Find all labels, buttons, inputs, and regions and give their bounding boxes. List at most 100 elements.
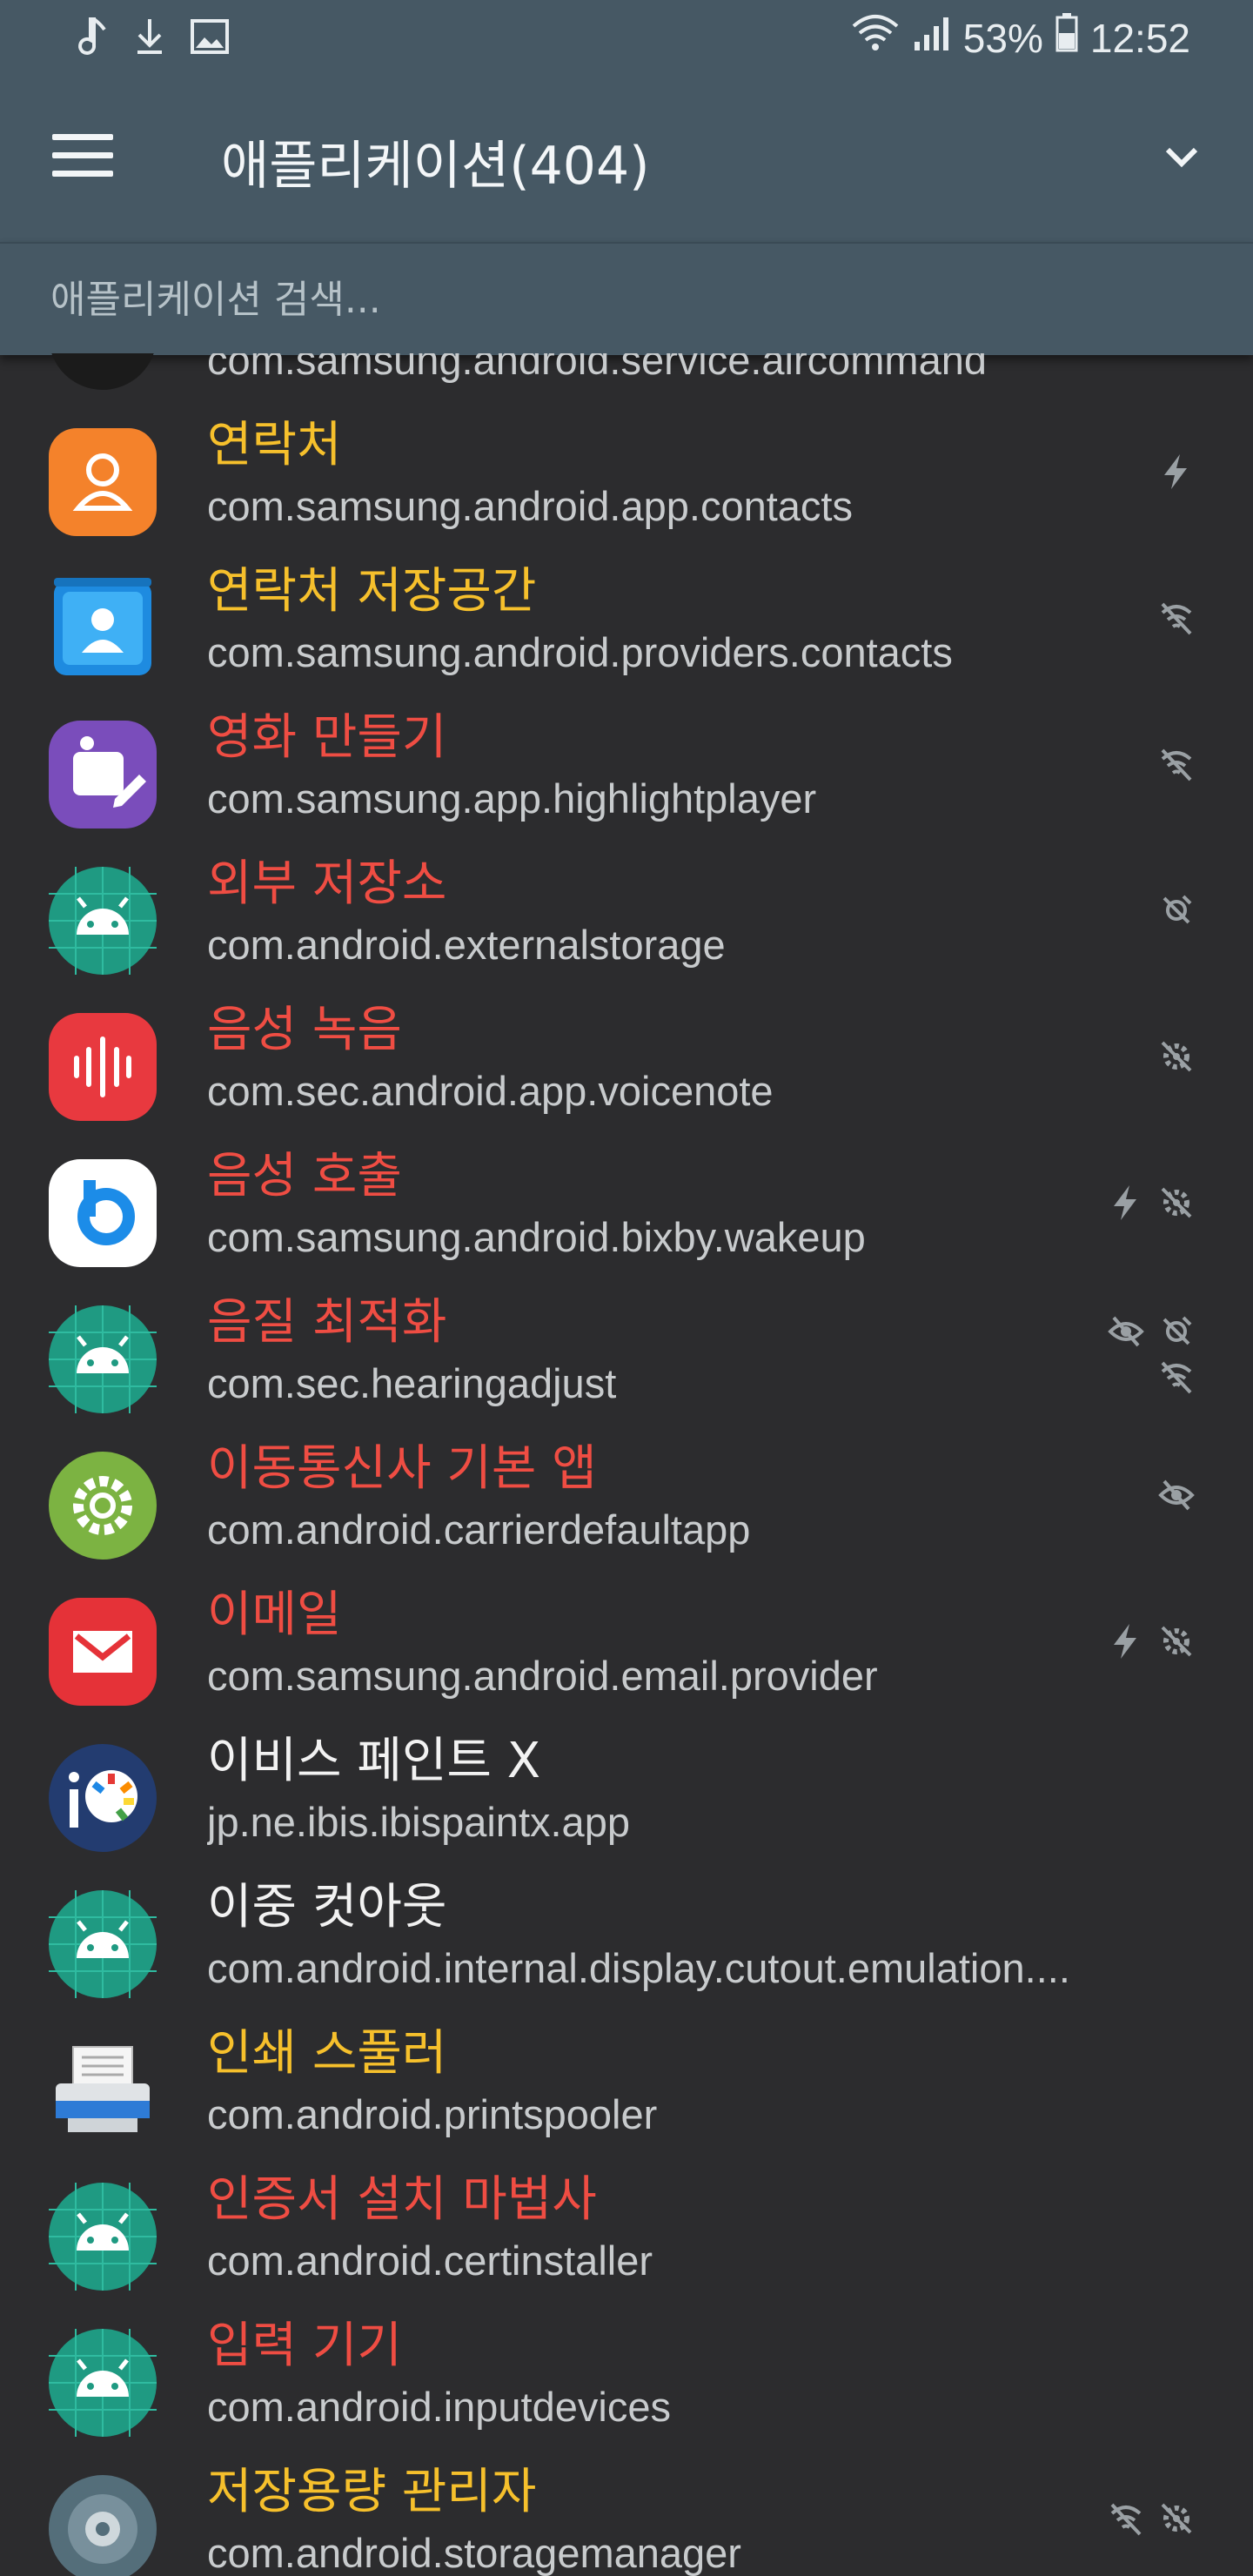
list-item[interactable]: 입력 기기 com.android.inputdevices [0, 2304, 1253, 2451]
app-package: com.samsung.android.providers.contacts [207, 629, 953, 675]
android-icon [49, 1890, 157, 1998]
clock: 12:52 [1089, 16, 1190, 61]
list-item[interactable]: 이동통신사 기본 앱 com.android.carrierdefaultapp [0, 1427, 1253, 1573]
settings-off-icon [1157, 1037, 1196, 1076]
list-item[interactable]: 외부 저장소 com.android.externalstorage [0, 842, 1253, 989]
app-name: 영화 만들기 [207, 709, 447, 766]
app-package: com.sec.hearingadjust [207, 1360, 617, 1406]
app-package: com.samsung.android.service.aircommand [207, 353, 987, 383]
list-item[interactable]: 연락처 저장공간 com.samsung.android.providers.co… [0, 550, 1253, 696]
no-network-icon [1157, 745, 1196, 783]
app-flags [1157, 1476, 1196, 1514]
no-network-icon [1107, 2499, 1145, 2538]
email-icon [49, 1598, 157, 1706]
app-name: 저장용량 관리자 [207, 2464, 537, 2520]
app-name: 인쇄 스풀러 [207, 2025, 447, 2082]
disabled-icon [1157, 1312, 1196, 1351]
android-icon [49, 867, 157, 975]
movie-maker-icon [49, 721, 157, 828]
settings-off-icon [1157, 1622, 1196, 1660]
download-icon [132, 16, 167, 61]
music-note-icon [75, 16, 110, 61]
battery-percent: 53% [962, 16, 1043, 61]
list-item[interactable]: com.samsung.android.service.aircommand [0, 353, 1253, 404]
app-flags [1157, 1037, 1196, 1076]
app-name: 연락처 [207, 417, 342, 473]
disabled-icon [1157, 891, 1196, 929]
printer-icon [49, 2036, 157, 2144]
status-bar: 53% 12:52 [0, 0, 1253, 77]
no-network-icon [1157, 1358, 1196, 1396]
app-flags [1157, 599, 1196, 637]
app-package: com.samsung.android.bixby.wakeup [207, 1214, 866, 1260]
app-flags [1107, 1622, 1196, 1660]
storage-manager-icon [49, 2475, 157, 2576]
settings-off-icon [1157, 2499, 1196, 2538]
ibis-paint-icon [49, 1744, 157, 1852]
android-icon [49, 1305, 157, 1413]
list-item[interactable]: 연락처 com.samsung.android.app.contacts [0, 404, 1253, 550]
app-package: com.samsung.android.email.provider [207, 1653, 878, 1699]
air-command-icon [49, 353, 157, 390]
app-name: 이중 컷아웃 [207, 1879, 447, 1935]
hidden-icon [1157, 1476, 1196, 1514]
android-icon [49, 2329, 157, 2437]
list-item[interactable]: 음성 녹음 com.sec.android.app.voicenote [0, 989, 1253, 1135]
carrier-settings-icon [49, 1452, 157, 1560]
list-item[interactable]: 음성 호출 com.samsung.android.bixby.wakeup [0, 1135, 1253, 1281]
app-package: com.sec.android.app.voicenote [207, 1068, 774, 1114]
app-package: com.samsung.android.app.contacts [207, 483, 853, 529]
chevron-down-icon[interactable] [1156, 131, 1208, 183]
app-name: 이동통신사 기본 앱 [207, 1440, 597, 1497]
list-item[interactable]: 영화 만들기 com.samsung.app.highlightplayer [0, 696, 1253, 842]
bolt-icon [1107, 1184, 1145, 1222]
app-package: com.android.printspooler [207, 2091, 658, 2137]
app-name: 음성 녹음 [207, 1002, 402, 1058]
app-name: 이비스 페인트 X [207, 1733, 541, 1789]
list-item[interactable]: 이비스 페인트 X jp.ne.ibis.ibispaintx.app [0, 1720, 1253, 1866]
wifi-icon [850, 10, 901, 66]
search-input[interactable] [49, 268, 1183, 331]
app-name: 이메일 [207, 1587, 342, 1643]
app-package: com.android.storagemanager [207, 2530, 741, 2576]
android-icon [49, 2183, 157, 2291]
app-package: com.android.carrierdefaultapp [207, 1506, 751, 1553]
settings-off-icon [1157, 1184, 1196, 1222]
app-name: 음질 최적화 [207, 1294, 447, 1351]
hamburger-menu-icon[interactable] [52, 134, 113, 184]
list-item[interactable]: 인증서 설치 마법사 com.android.certinstaller [0, 2158, 1253, 2304]
app-flags [1157, 891, 1196, 929]
app-name: 입력 기기 [207, 2318, 402, 2374]
app-flags [1107, 2499, 1196, 2538]
voice-recorder-icon [49, 1013, 157, 1121]
app-package: com.android.certinstaller [207, 2237, 653, 2284]
contacts-icon [49, 428, 157, 536]
hidden-icon [1107, 1312, 1145, 1351]
app-name: 외부 저장소 [207, 855, 447, 912]
app-flags [1157, 453, 1196, 491]
list-item[interactable]: 이중 컷아웃 com.android.internal.display.cutou… [0, 1866, 1253, 2012]
page-title: 애플리케이션(404) [221, 136, 650, 197]
contacts-storage-icon [49, 574, 157, 682]
image-icon [190, 17, 230, 60]
app-flags [1157, 745, 1196, 783]
bolt-icon [1157, 453, 1196, 491]
search-bar [0, 242, 1253, 355]
no-network-icon [1157, 599, 1196, 637]
list-item[interactable]: 음질 최적화 com.sec.hearingadjust [0, 1281, 1253, 1427]
app-flags [1107, 1184, 1196, 1222]
app-package: com.android.internal.display.cutout.emul… [207, 1945, 1070, 1991]
battery-icon [1055, 10, 1078, 66]
app-name: 연락처 저장공간 [207, 563, 537, 620]
app-package: com.android.inputdevices [207, 2384, 671, 2430]
app-package: jp.ne.ibis.ibispaintx.app [207, 1799, 630, 1845]
app-list: com.samsung.android.service.aircommand 연락… [0, 353, 1253, 2576]
list-item[interactable]: 저장용량 관리자 com.android.storagemanager [0, 2451, 1253, 2576]
app-package: com.samsung.app.highlightplayer [207, 775, 817, 822]
list-item[interactable]: 이메일 com.samsung.android.email.provider [0, 1573, 1253, 1720]
list-item[interactable]: 인쇄 스풀러 com.android.printspooler [0, 2012, 1253, 2158]
app-package: com.android.externalstorage [207, 922, 726, 968]
app-bar: 애플리케이션(404) [0, 77, 1253, 242]
signal-icon [913, 10, 951, 66]
app-flags [1107, 1312, 1196, 1396]
